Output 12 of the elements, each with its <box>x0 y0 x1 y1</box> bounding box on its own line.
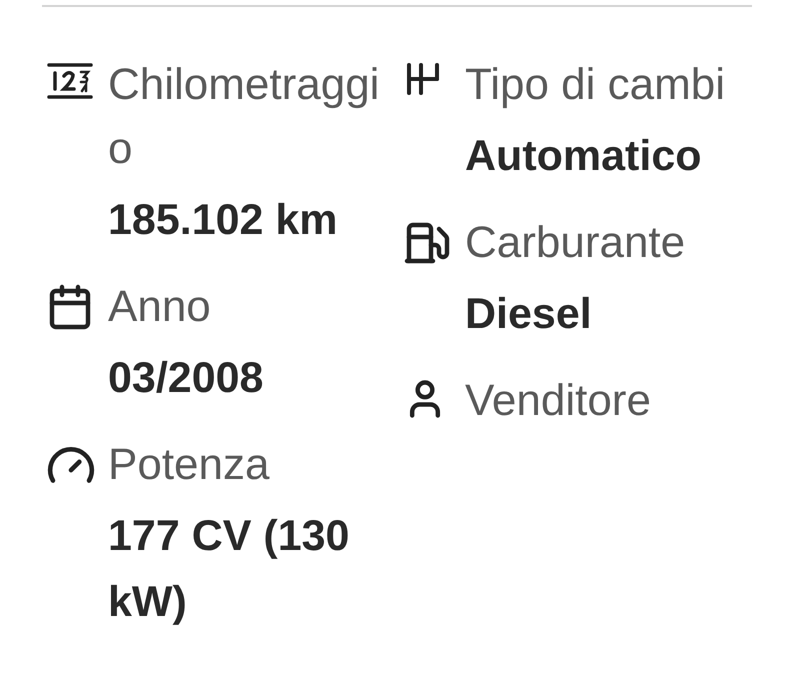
spec-label: Venditore <box>465 375 652 427</box>
spec-value: Automatico <box>465 131 702 182</box>
odometer-icon <box>46 61 94 101</box>
spec-label: Anno <box>108 281 212 333</box>
spec-value: 03/2008 <box>108 353 264 404</box>
spec-value: 177 CV (130 kW) <box>108 511 350 628</box>
spec-label: Carburante <box>465 217 686 269</box>
spec-label: Tipo di cambi <box>465 59 726 111</box>
spec-label: Chilometraggio <box>108 59 380 175</box>
spec-label: Potenza <box>108 439 270 491</box>
spec-value: Diesel <box>465 289 593 340</box>
spec-value: 185.102 km <box>108 195 339 246</box>
